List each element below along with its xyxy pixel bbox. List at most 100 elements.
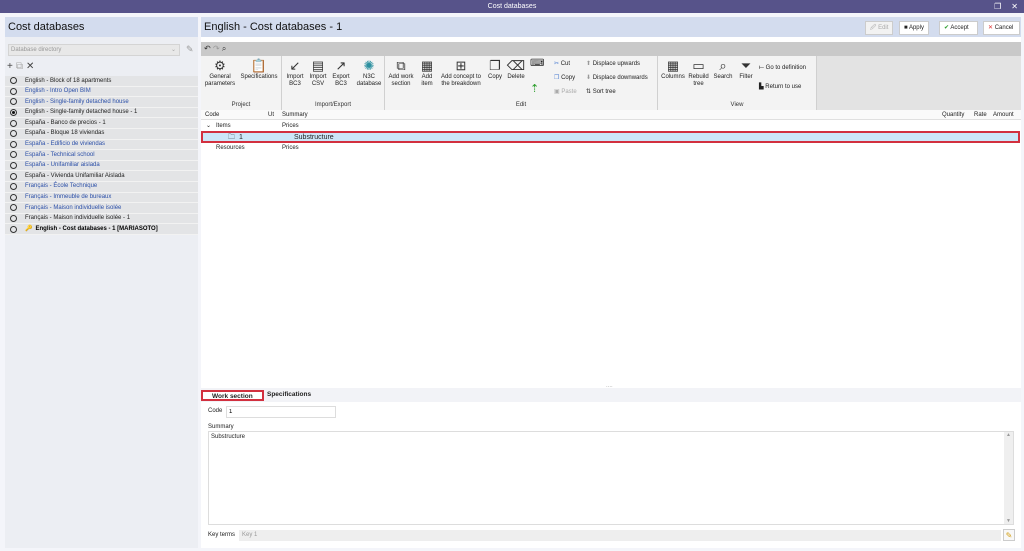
col-summary[interactable]: Summary <box>282 110 308 120</box>
ribbon: ⚙ General parameters 📋 Specifications Proj… <box>201 56 1021 110</box>
copy-button[interactable]: ❐ Copy <box>486 58 504 81</box>
radio-button[interactable] <box>10 204 17 212</box>
specifications-button[interactable]: 📋 Specifications <box>238 58 280 81</box>
displace-upwards-button[interactable]: ⬆ Displace upwards <box>586 60 640 67</box>
delete-label: Delete <box>507 74 525 80</box>
main-title-text: English - Cost databases - 1 <box>204 21 343 33</box>
radio-button[interactable] <box>10 109 17 117</box>
database-list-item[interactable]: España - Edificio de viviendas <box>5 139 198 151</box>
general-parameters-button[interactable]: ⚙ General parameters <box>203 58 237 88</box>
database-directory-select[interactable]: Database directory ⌄ <box>8 44 180 56</box>
radio-button[interactable] <box>10 140 17 148</box>
database-list-item[interactable]: English - Single-family detached house -… <box>5 107 198 119</box>
radio-button[interactable] <box>10 119 17 127</box>
tab-specifications[interactable]: Specifications <box>258 390 320 401</box>
database-list-item[interactable]: English - Intro Open BIM <box>5 86 198 98</box>
radio-button[interactable] <box>10 98 17 106</box>
database-list: English - Block of 18 apartments English … <box>5 76 198 235</box>
add-work-section-button[interactable]: ⧉ Add work section <box>387 58 415 88</box>
cancel-label: Cancel <box>994 25 1014 31</box>
sort-icon: ⇅ <box>586 89 592 95</box>
edit-directory-icon[interactable]: ✎ <box>186 44 194 55</box>
go-to-definition-button[interactable]: ⟝ Go to definition <box>759 65 806 72</box>
expand-chevron-icon[interactable]: ⌄ <box>206 121 211 131</box>
add-icon[interactable]: + <box>7 61 13 72</box>
window-controls: ❐ ✕ <box>984 0 1018 13</box>
delete-button[interactable]: ⌫ Delete <box>505 58 527 81</box>
sort-tree-label: Sort tree <box>592 89 616 95</box>
database-list-item[interactable]: Français - École Technique <box>5 181 198 193</box>
close-button[interactable]: ✕ <box>1011 2 1018 11</box>
col-amount[interactable]: Amount <box>993 110 1014 120</box>
radio-button[interactable] <box>10 130 17 138</box>
database-list-item[interactable]: España - Vivienda Unifamiliar Aislada <box>5 171 198 182</box>
columns-button[interactable]: ▦ Columns <box>660 58 686 81</box>
table-row[interactable]: Resources Prices <box>201 143 1021 153</box>
database-list-item[interactable]: Français - Maison individuelle isolée <box>5 203 198 214</box>
search-icon[interactable]: ⌕ <box>222 44 226 53</box>
displace-downwards-button[interactable]: ⬇ Displace downwards <box>586 74 648 81</box>
accept-button[interactable]: ✔ Accept <box>939 21 978 35</box>
sort-tree-button[interactable]: ⇅ Sort tree <box>586 88 616 95</box>
database-list-item[interactable]: English - Block of 18 apartments <box>5 76 198 87</box>
database-list-item[interactable]: España - Banco de precios - 1 <box>5 118 198 129</box>
database-list-item[interactable]: España - Technical school <box>5 150 198 161</box>
paste-button[interactable]: ▣ Paste <box>554 88 577 95</box>
export-bc3-button[interactable]: ↗ Export BC3 <box>329 58 353 88</box>
cancel-button[interactable]: ✕ Cancel <box>983 21 1020 35</box>
table-row-selected[interactable]: 🗀 1 Substructure <box>201 131 1020 143</box>
col-quantity[interactable]: Quantity <box>942 110 964 120</box>
apply-button[interactable]: ■ Apply <box>899 21 929 35</box>
code-input[interactable] <box>226 406 336 418</box>
rebuild-tree-button[interactable]: ▭ Rebuild tree <box>687 58 710 88</box>
return-to-use-button[interactable]: ▙ Return to use <box>759 83 801 90</box>
restore-button[interactable]: ❐ <box>994 2 1001 11</box>
table-row[interactable]: ⌄ Items Prices <box>201 121 1021 131</box>
col-code[interactable]: Code <box>205 110 219 120</box>
pencil-icon[interactable]: ✎ <box>1003 529 1015 541</box>
price-update-icon[interactable]: ⇡ <box>530 82 539 95</box>
radio-button[interactable] <box>10 183 17 191</box>
radio-button[interactable] <box>10 193 17 201</box>
filter-button[interactable]: ⏷ Filter <box>736 58 756 81</box>
format-icon[interactable]: ⌨ <box>530 58 544 69</box>
radio-button[interactable] <box>10 162 17 170</box>
add-concept-button[interactable]: ⊞ Add concept to the breakdown <box>438 58 484 88</box>
radio-button[interactable] <box>10 215 17 223</box>
cut-button[interactable]: ✂ Cut <box>554 60 570 67</box>
scrollbar[interactable]: ▲ ▼ <box>1004 432 1013 524</box>
tab-work-section[interactable]: Work section <box>201 390 264 401</box>
n3c-database-button[interactable]: ✺ N3C database <box>355 58 383 88</box>
delete-icon[interactable]: ✕ <box>26 61 34 72</box>
search-button[interactable]: ⌕ Search <box>711 58 735 81</box>
database-list-item[interactable]: España - Bloque 18 viviendas <box>5 128 198 140</box>
undo-icon[interactable]: ↶ <box>204 44 211 53</box>
redo-icon[interactable]: ↷ <box>213 44 220 53</box>
ribbon-group-import-export: ↙ Import BC3 ▤ Import CSV ↗ Export BC3 ✺ N3C… <box>282 56 385 110</box>
radio-button[interactable] <box>10 225 17 233</box>
edit-button[interactable]: 🖉 Edit <box>865 21 894 35</box>
radio-button[interactable] <box>10 87 17 95</box>
accept-label: Accept <box>950 25 969 31</box>
radio-button[interactable] <box>10 151 17 159</box>
key-terms-input[interactable]: Key 1 <box>239 530 1001 541</box>
add-item-button[interactable]: ▦ Add item <box>417 58 437 88</box>
item-icon: ▦ <box>420 58 434 73</box>
import-bc3-button[interactable]: ↙ Import BC3 <box>284 58 306 88</box>
radio-button[interactable] <box>10 77 17 85</box>
database-list-item[interactable]: English - Single-family detached house <box>5 97 198 108</box>
ribbon-group-view: ▦ Columns ▭ Rebuild tree ⌕ Search ⏷ Filter ⟝… <box>658 56 817 110</box>
row-summary: Substructure <box>294 134 334 141</box>
col-rate[interactable]: Rate <box>974 110 987 120</box>
work-section-form: Code Summary Substructure ▲▼ Key terms Ke… <box>201 402 1021 548</box>
copy-small-button[interactable]: ❐ Copy <box>554 74 575 81</box>
radio-button[interactable] <box>10 172 17 180</box>
import-csv-button[interactable]: ▤ Import CSV <box>307 58 329 88</box>
database-list-item[interactable]: Français - Immeuble de bureaux <box>5 192 198 204</box>
col-ut[interactable]: Ut <box>268 110 274 120</box>
summary-textarea[interactable]: Substructure ▲ ▼ <box>208 431 1014 525</box>
database-list-item[interactable]: Français - Maison individuelle isolée - … <box>5 213 198 225</box>
duplicate-icon[interactable]: ⧉ <box>16 61 23 72</box>
database-list-item[interactable]: 🔑 English - Cost databases - 1 [MARIASOTO… <box>5 224 198 235</box>
database-list-item[interactable]: España - Unifamiliar aislada <box>5 160 198 172</box>
